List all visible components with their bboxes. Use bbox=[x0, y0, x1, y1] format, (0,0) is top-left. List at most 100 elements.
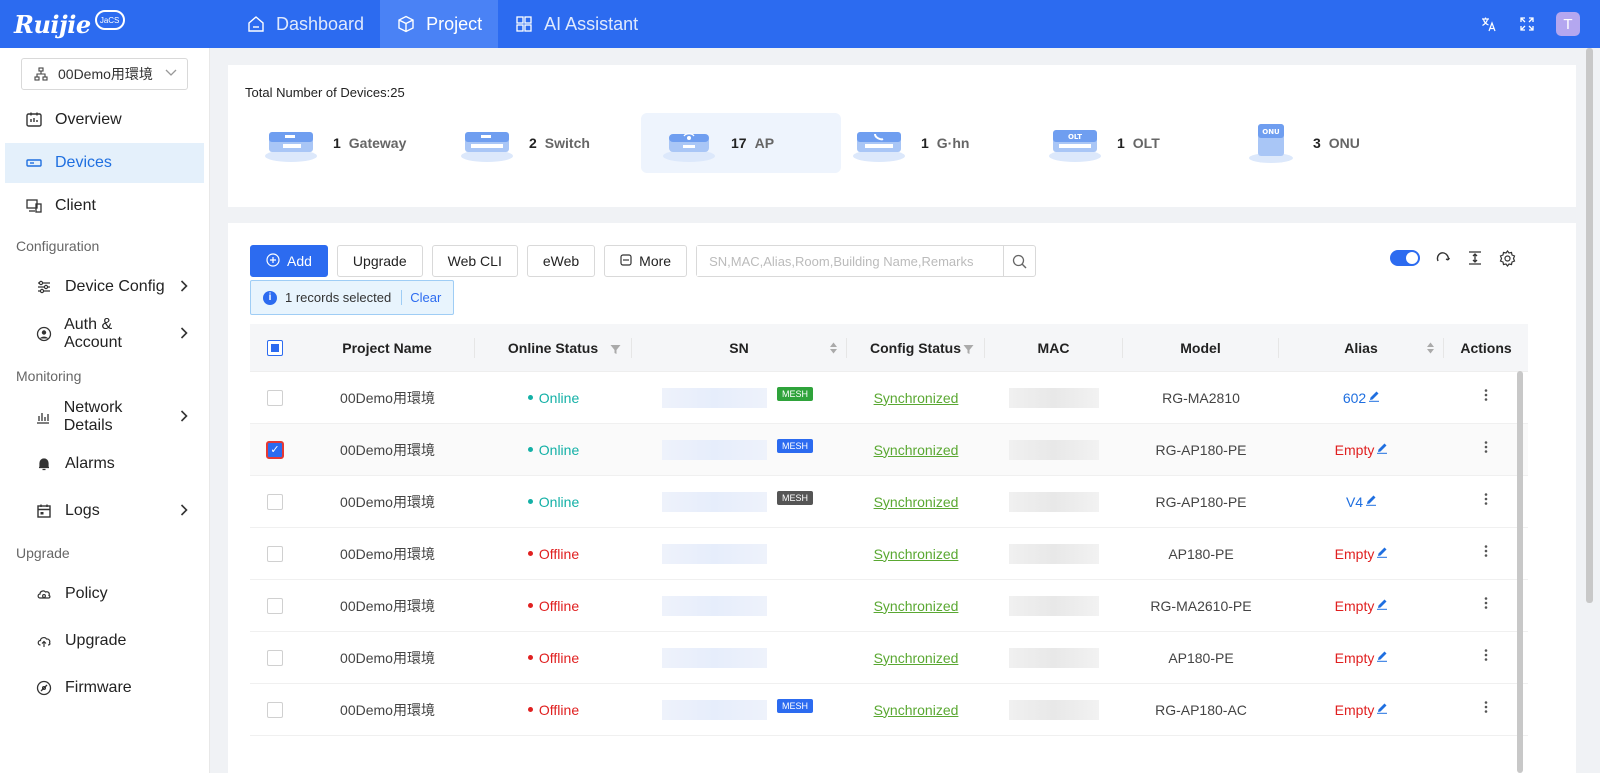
search-input[interactable] bbox=[697, 246, 1004, 276]
cell-config-status[interactable]: Synchronized bbox=[847, 528, 985, 579]
more-actions-icon[interactable] bbox=[1484, 648, 1488, 667]
refresh-icon[interactable] bbox=[1434, 249, 1452, 267]
cell-sn[interactable]: MESH bbox=[632, 424, 847, 475]
cell-config-status[interactable]: Synchronized bbox=[847, 424, 985, 475]
sidebar-item-devices[interactable]: Devices bbox=[5, 143, 204, 183]
filter-icon[interactable] bbox=[610, 342, 621, 354]
header-config-status[interactable]: Config Status bbox=[847, 337, 985, 358]
table-row[interactable]: ✓ 00Demo用環境 Online MESH Synchronized RG-AP180… bbox=[250, 424, 1528, 476]
table-row[interactable]: 00Demo用環境 Offline Synchronized AP180-PE Empt… bbox=[250, 632, 1528, 684]
more-actions-icon[interactable] bbox=[1484, 700, 1488, 719]
config-status-link[interactable]: Synchronized bbox=[874, 390, 959, 406]
alias-value[interactable]: Empty bbox=[1335, 702, 1389, 718]
clear-selection-link[interactable]: Clear bbox=[401, 290, 441, 305]
cell-config-status[interactable]: Synchronized bbox=[847, 476, 985, 527]
translate-icon[interactable] bbox=[1480, 15, 1498, 33]
alias-value[interactable]: 602 bbox=[1343, 390, 1380, 406]
sidebar-item-client[interactable]: Client bbox=[5, 186, 204, 226]
more-actions-icon[interactable] bbox=[1484, 544, 1488, 563]
alias-value[interactable]: Empty bbox=[1335, 598, 1389, 614]
cell-sn[interactable] bbox=[632, 632, 847, 683]
nav-project[interactable]: Project bbox=[380, 0, 499, 48]
table-scrollbar[interactable] bbox=[1517, 371, 1523, 773]
header-online-status[interactable]: Online Status bbox=[475, 337, 632, 358]
cell-sn[interactable]: MESH bbox=[632, 684, 847, 735]
sidebar-item-auth-account[interactable]: Auth & Account bbox=[5, 312, 204, 356]
filter-icon[interactable] bbox=[963, 342, 974, 354]
cell-config-status[interactable]: Synchronized bbox=[847, 632, 985, 683]
fullscreen-icon[interactable] bbox=[1518, 15, 1536, 33]
table-row[interactable]: 00Demo用環境 Online MESH Synchronized RG-AP180-… bbox=[250, 476, 1528, 528]
device-type-ap[interactable]: 17 AP bbox=[641, 113, 841, 173]
alias-value[interactable]: Empty bbox=[1335, 546, 1389, 562]
config-status-link[interactable]: Synchronized bbox=[874, 702, 959, 718]
project-selector[interactable]: 00Demo用環境 bbox=[21, 58, 188, 90]
row-checkbox[interactable]: ✓ bbox=[266, 440, 284, 459]
config-status-link[interactable]: Synchronized bbox=[874, 598, 959, 614]
edit-pencil-icon[interactable] bbox=[1376, 702, 1388, 717]
sidebar-item-network-details[interactable]: Network Details bbox=[5, 395, 204, 439]
header-alias[interactable]: Alias bbox=[1279, 337, 1444, 358]
more-actions-icon[interactable] bbox=[1484, 492, 1488, 511]
settings-gear-icon[interactable] bbox=[1498, 249, 1516, 267]
table-row[interactable]: 00Demo用環境 Offline Synchronized AP180-PE Empt… bbox=[250, 528, 1528, 580]
edit-pencil-icon[interactable] bbox=[1365, 494, 1377, 509]
cell-sn[interactable]: MESH bbox=[632, 372, 847, 423]
cell-sn[interactable]: MESH bbox=[632, 476, 847, 527]
cell-config-status[interactable]: Synchronized bbox=[847, 684, 985, 735]
more-button[interactable]: More bbox=[604, 245, 688, 277]
cell-alias[interactable]: Empty bbox=[1279, 580, 1444, 631]
sort-icon[interactable] bbox=[829, 341, 838, 355]
add-button[interactable]: Add bbox=[250, 245, 328, 277]
brand-logo[interactable]: Ruijie JaCS bbox=[0, 10, 230, 39]
alias-value[interactable]: Empty bbox=[1335, 442, 1389, 458]
search-icon[interactable] bbox=[1003, 246, 1035, 276]
row-checkbox[interactable] bbox=[267, 597, 283, 614]
edit-pencil-icon[interactable] bbox=[1376, 546, 1388, 561]
device-type-onu[interactable]: ONU 3 ONU bbox=[1223, 113, 1423, 173]
config-status-link[interactable]: Synchronized bbox=[874, 442, 959, 458]
upgrade-button[interactable]: Upgrade bbox=[336, 245, 423, 277]
sidebar-item-logs[interactable]: Logs bbox=[5, 489, 204, 533]
config-status-link[interactable]: Synchronized bbox=[874, 494, 959, 510]
eweb-button[interactable]: eWeb bbox=[526, 245, 596, 277]
view-toggle[interactable] bbox=[1390, 250, 1420, 266]
cell-config-status[interactable]: Synchronized bbox=[847, 372, 985, 423]
sidebar-item-firmware[interactable]: Firmware bbox=[5, 666, 204, 710]
sidebar-item-device-config[interactable]: Device Config bbox=[5, 265, 204, 309]
alias-value[interactable]: V4 bbox=[1346, 494, 1377, 510]
device-type-switch[interactable]: 2 Switch bbox=[439, 113, 639, 173]
edit-pencil-icon[interactable] bbox=[1376, 442, 1388, 457]
page-scrollbar[interactable] bbox=[1586, 48, 1593, 603]
nav-ai-assistant[interactable]: AI Assistant bbox=[498, 0, 654, 48]
user-avatar[interactable]: T bbox=[1556, 12, 1580, 36]
cell-config-status[interactable]: Synchronized bbox=[847, 580, 985, 631]
cell-alias[interactable]: Empty bbox=[1279, 684, 1444, 735]
web-cli-button[interactable]: Web CLI bbox=[431, 245, 518, 277]
header-sn[interactable]: SN bbox=[632, 337, 847, 358]
cell-alias[interactable]: 602 bbox=[1279, 372, 1444, 423]
row-checkbox[interactable] bbox=[267, 493, 283, 510]
sidebar-item-alarms[interactable]: Alarms bbox=[5, 442, 204, 486]
table-row[interactable]: 00Demo用環境 Online MESH Synchronized RG-MA2810… bbox=[250, 372, 1528, 424]
nav-dashboard[interactable]: Dashboard bbox=[230, 0, 380, 48]
cell-sn[interactable] bbox=[632, 528, 847, 579]
device-type-gateway[interactable]: 1 Gateway bbox=[243, 113, 443, 173]
cell-alias[interactable]: V4 bbox=[1279, 476, 1444, 527]
more-actions-icon[interactable] bbox=[1484, 388, 1488, 407]
column-height-icon[interactable] bbox=[1466, 249, 1484, 267]
more-actions-icon[interactable] bbox=[1484, 596, 1488, 615]
table-row[interactable]: 00Demo用環境 Offline MESH Synchronized RG-AP180… bbox=[250, 684, 1528, 736]
table-row[interactable]: 00Demo用環境 Offline Synchronized RG-MA2610-PE… bbox=[250, 580, 1528, 632]
device-type-olt[interactable]: OLT 1 OLT bbox=[1027, 113, 1227, 173]
more-actions-icon[interactable] bbox=[1484, 440, 1488, 459]
edit-pencil-icon[interactable] bbox=[1376, 650, 1388, 665]
config-status-link[interactable]: Synchronized bbox=[874, 650, 959, 666]
cell-sn[interactable] bbox=[632, 580, 847, 631]
row-checkbox[interactable] bbox=[267, 701, 283, 718]
cell-alias[interactable]: Empty bbox=[1279, 528, 1444, 579]
sidebar-item-overview[interactable]: Overview bbox=[5, 100, 204, 140]
device-type-ghn[interactable]: 1 G·hn bbox=[831, 113, 1031, 173]
select-all-checkbox[interactable] bbox=[267, 339, 283, 356]
sidebar-item-policy[interactable]: Policy bbox=[5, 572, 204, 616]
